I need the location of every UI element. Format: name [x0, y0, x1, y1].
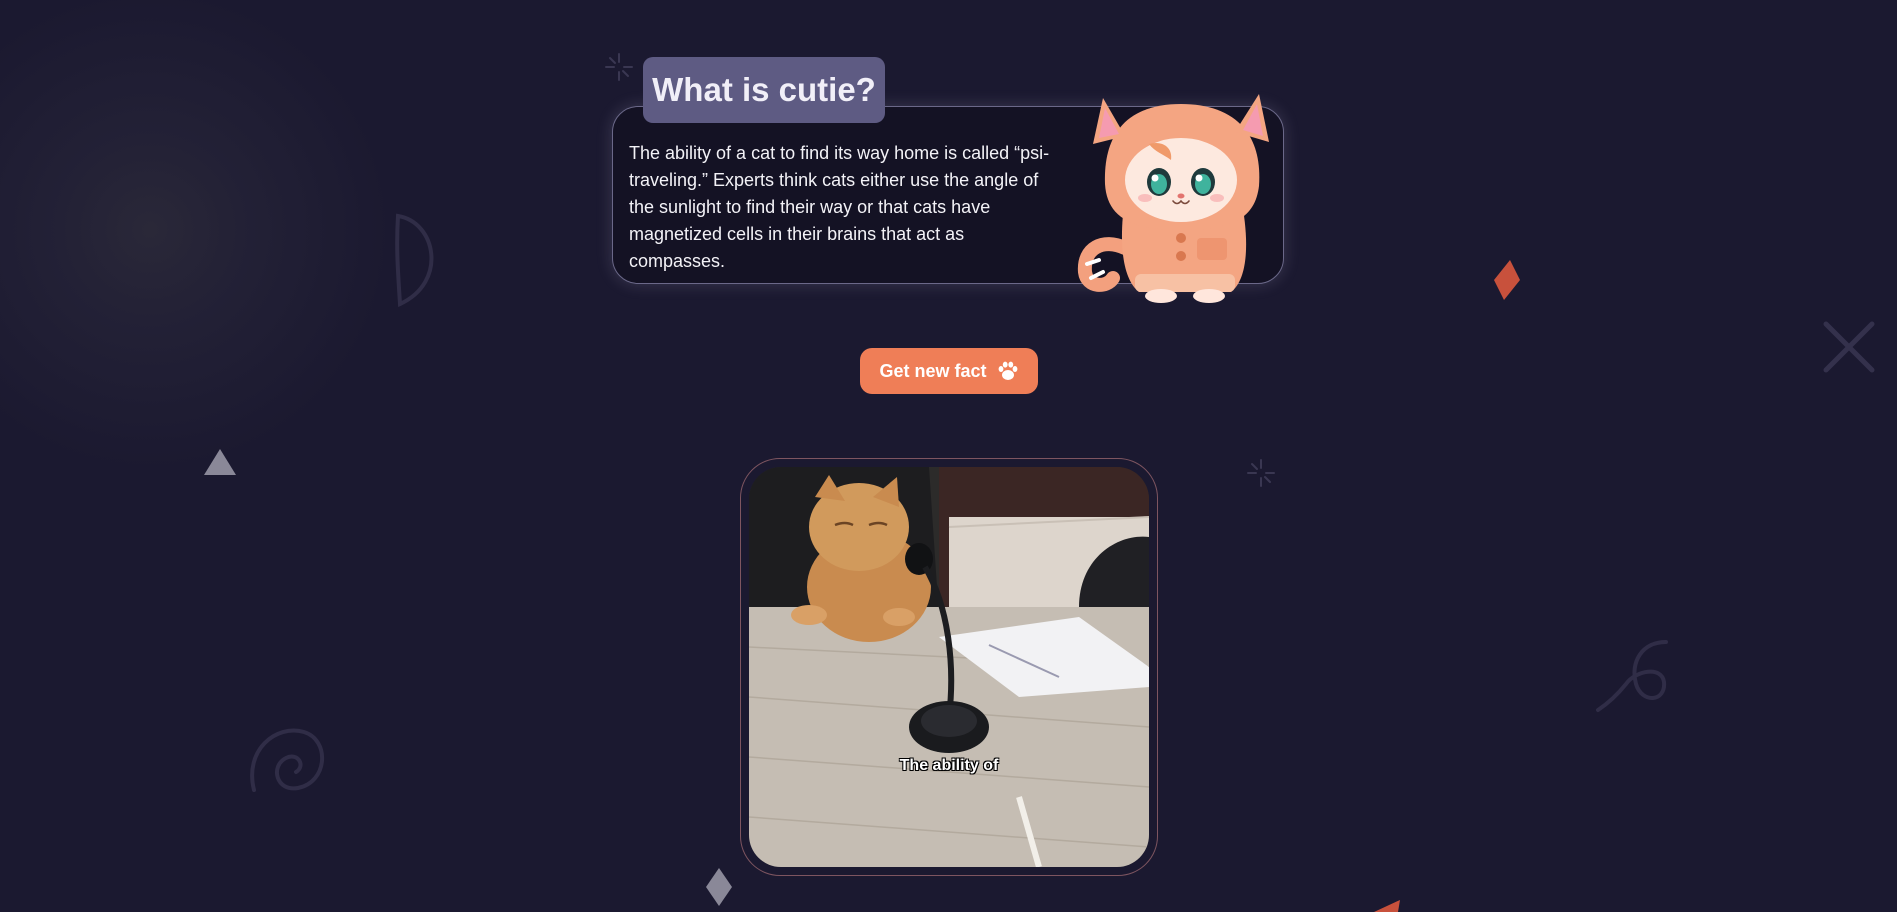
paw-icon: [997, 361, 1019, 381]
cat-meme-image: The ability of: [749, 467, 1149, 867]
card-title: What is cutie?: [643, 57, 885, 123]
page: What is cutie? The ability of a cat to f…: [0, 0, 1897, 912]
diamond-decoration-grey: [706, 868, 732, 906]
cross-decoration: [1823, 321, 1875, 373]
sparkle-decoration: [605, 53, 633, 81]
cat-fact-text: The ability of a cat to find its way hom…: [629, 143, 1050, 271]
triangle-decoration: [204, 449, 236, 475]
get-new-fact-label: Get new fact: [879, 360, 987, 381]
shape-decoration-orange: [1374, 900, 1400, 912]
sparkle-decoration: [1247, 459, 1275, 487]
curl-decoration: [1596, 640, 1668, 712]
meme-caption: The ability of: [899, 757, 999, 774]
hooded-kitten-mascot-illustration: [1077, 94, 1269, 303]
get-new-fact-button[interactable]: Get new fact: [860, 348, 1038, 394]
spiral-decoration: [250, 728, 324, 792]
diamond-decoration-orange: [1494, 260, 1520, 300]
cat-at-microphone-photo: [749, 467, 1149, 867]
crescent-decoration: [395, 213, 434, 308]
